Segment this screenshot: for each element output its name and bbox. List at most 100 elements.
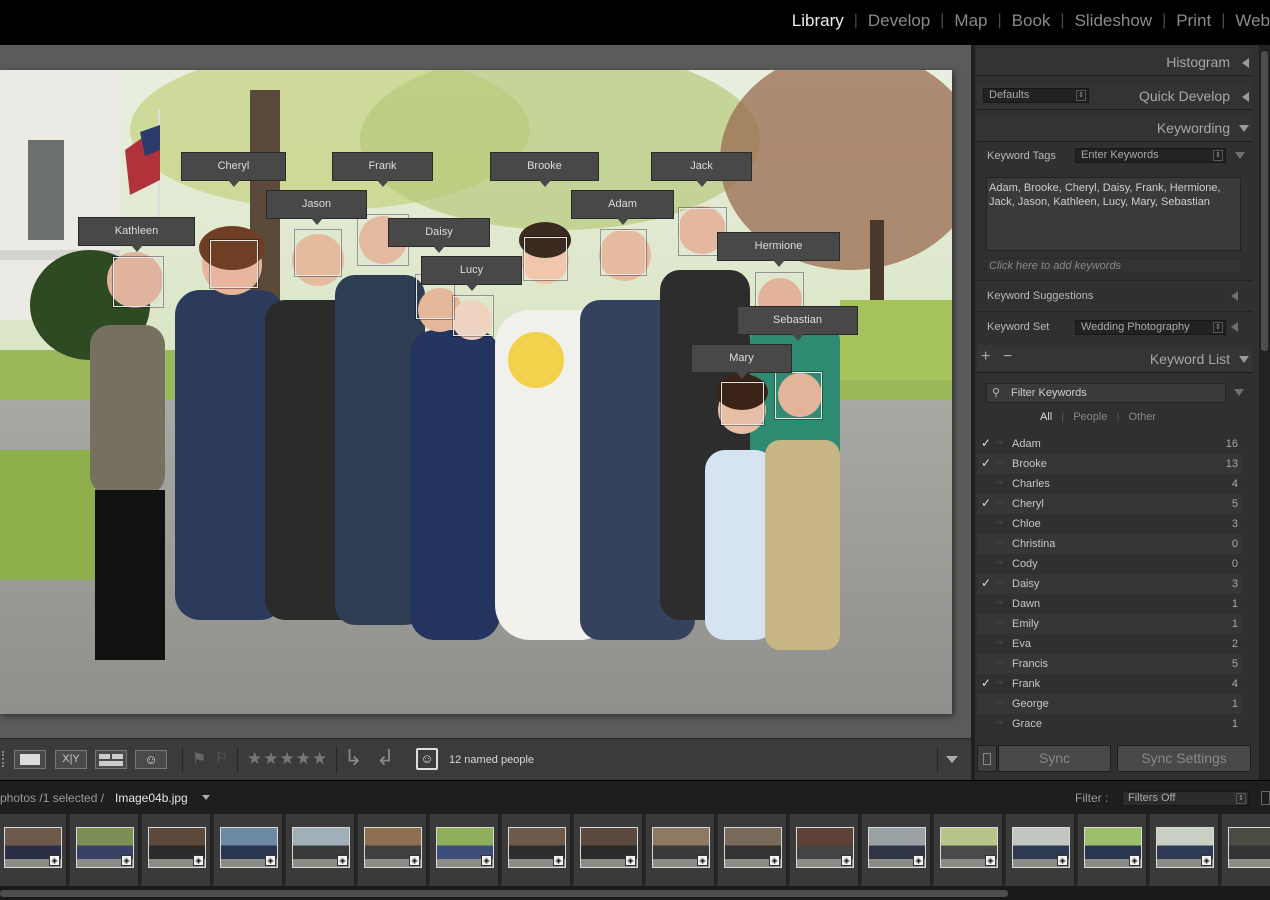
keyword-row-grace[interactable]: ⇨ Grace 1 xyxy=(978,714,1242,734)
keyword-badge-icon[interactable]: ◈ xyxy=(265,855,276,866)
star-rating[interactable]: ★★★★★ xyxy=(247,749,328,769)
keyword-set-select[interactable]: Wedding Photography ⇕ xyxy=(1075,320,1226,335)
quick-develop-preset-select[interactable]: Defaults ⇕ xyxy=(983,88,1089,103)
face-box-kathleen[interactable] xyxy=(113,257,163,307)
face-tag-sebastian[interactable]: Sebastian xyxy=(737,306,858,341)
keyword-row-chloe[interactable]: ⇨ Chloe 3 xyxy=(978,514,1242,534)
keyword-arrow-icon[interactable]: ⇨ xyxy=(997,458,1004,467)
filmstrip-cell[interactable]: ◈ xyxy=(70,814,140,886)
loupe-view-button[interactable] xyxy=(14,750,46,769)
keyword-badge-icon[interactable]: ◈ xyxy=(481,855,492,866)
compare-view-button[interactable]: X|Y xyxy=(55,750,87,769)
face-tag-lucy[interactable]: Lucy xyxy=(421,256,522,291)
filter-lock-icon[interactable] xyxy=(1261,791,1270,805)
filmstrip-thumbnail[interactable]: ◈ xyxy=(1228,827,1270,868)
filmstrip-thumbnail[interactable]: ◈ xyxy=(364,827,422,868)
keyword-row-christina[interactable]: ⇨ Christina 0 xyxy=(978,534,1242,554)
face-tag-jack[interactable]: Jack xyxy=(651,152,752,187)
face-box-sebastian[interactable] xyxy=(775,372,822,419)
face-tag-mary[interactable]: Mary xyxy=(691,344,792,379)
module-develop[interactable]: Develop xyxy=(858,11,940,31)
keyword-badge-icon[interactable]: ◈ xyxy=(1057,855,1068,866)
filmstrip-thumbnail[interactable]: ◈ xyxy=(292,827,350,868)
filmstrip-cell[interactable]: ◈ xyxy=(1150,814,1220,886)
filmstrip-thumbnail[interactable]: ◈ xyxy=(652,827,710,868)
filter-keywords-input[interactable]: ⚲ Filter Keywords xyxy=(986,383,1226,403)
filmstrip-thumbnail[interactable]: ◈ xyxy=(148,827,206,868)
filmstrip-thumbnail[interactable]: ◈ xyxy=(796,827,854,868)
keyword-tags-textarea[interactable]: Adam, Brooke, Cheryl, Daisy, Frank, Herm… xyxy=(986,177,1241,251)
keyword-row-eva[interactable]: ⇨ Eva 2 xyxy=(978,634,1242,654)
keyword-row-francis[interactable]: ⇨ Francis 5 xyxy=(978,654,1242,674)
keyword-row-cheryl[interactable]: ✓ ⇨ Cheryl 5 xyxy=(978,494,1242,514)
filmstrip-thumbnail[interactable]: ◈ xyxy=(940,827,998,868)
keyword-badge-icon[interactable]: ◈ xyxy=(1129,855,1140,866)
checkmark-icon[interactable]: ✓ xyxy=(981,456,991,470)
face-box-lucy[interactable] xyxy=(453,296,493,336)
keyword-row-daisy[interactable]: ✓ ⇨ Daisy 3 xyxy=(978,574,1242,594)
main-photo[interactable]: Kathleen Cheryl Jason Frank Daisy Lucy B… xyxy=(0,70,952,714)
filmstrip-cell[interactable]: ◈ xyxy=(214,814,284,886)
filmstrip-path[interactable]: photos /1 selected / xyxy=(0,791,104,805)
filmstrip-thumbnail[interactable]: ◈ xyxy=(580,827,638,868)
reject-flag-icon[interactable]: ⚐ xyxy=(215,749,228,766)
module-library[interactable]: Library xyxy=(782,11,854,31)
keyword-tags-menu-icon[interactable] xyxy=(1235,152,1245,159)
checkmark-icon[interactable]: ✓ xyxy=(981,676,991,690)
keyword-arrow-icon[interactable]: ⇨ xyxy=(997,638,1004,647)
keyword-arrow-icon[interactable]: ⇨ xyxy=(997,578,1004,587)
keyword-badge-icon[interactable]: ◈ xyxy=(769,855,780,866)
flag-icon[interactable]: ⚑ xyxy=(192,749,206,769)
filmstrip-thumbnail[interactable]: ◈ xyxy=(220,827,278,868)
right-panel-scrollbar[interactable] xyxy=(1259,45,1270,780)
keyword-arrow-icon[interactable]: ⇨ xyxy=(997,718,1004,727)
filmstrip-thumbnail[interactable]: ◈ xyxy=(76,827,134,868)
module-web[interactable]: Web xyxy=(1225,11,1270,31)
checkmark-icon[interactable]: ✓ xyxy=(981,496,991,510)
histogram-header[interactable]: Histogram xyxy=(977,48,1252,76)
keyword-row-charles[interactable]: ⇨ Charles 4 xyxy=(978,474,1242,494)
rotate-left-icon[interactable]: ↳ xyxy=(344,745,362,771)
keyword-badge-icon[interactable]: ◈ xyxy=(1201,855,1212,866)
keyword-arrow-icon[interactable]: ⇨ xyxy=(997,438,1004,447)
module-book[interactable]: Book xyxy=(1002,11,1061,31)
filename-dropdown-icon[interactable] xyxy=(202,795,210,800)
filmstrip-thumbnail[interactable]: ◈ xyxy=(868,827,926,868)
sync-button[interactable]: Sync xyxy=(998,745,1111,772)
face-tag-brooke[interactable]: Brooke xyxy=(490,152,599,187)
filmstrip-cell[interactable]: ◈ xyxy=(646,814,716,886)
keywording-header[interactable]: Keywording xyxy=(977,114,1252,142)
face-box-mary[interactable] xyxy=(721,382,764,425)
filmstrip-thumbnail[interactable]: ◈ xyxy=(1156,827,1214,868)
filmstrip-cell[interactable]: ◈ xyxy=(934,814,1004,886)
checkmark-icon[interactable]: ✓ xyxy=(981,436,991,450)
filmstrip-cell[interactable]: ◈ xyxy=(430,814,500,886)
keyword-arrow-icon[interactable]: ⇨ xyxy=(997,678,1004,687)
keyword-badge-icon[interactable]: ◈ xyxy=(49,855,60,866)
face-tag-hermione[interactable]: Hermione xyxy=(717,232,840,267)
keyword-badge-icon[interactable]: ◈ xyxy=(553,855,564,866)
face-tag-cheryl[interactable]: Cheryl xyxy=(181,152,286,187)
keyword-arrow-icon[interactable]: ⇨ xyxy=(997,658,1004,667)
quick-develop-header[interactable]: Defaults ⇕ Quick Develop xyxy=(977,82,1252,110)
filmstrip-thumbnail[interactable]: ◈ xyxy=(1012,827,1070,868)
keyword-arrow-icon[interactable]: ⇨ xyxy=(997,478,1004,487)
filter-tab-all[interactable]: All xyxy=(1040,411,1052,423)
module-slideshow[interactable]: Slideshow xyxy=(1065,11,1163,31)
keyword-arrow-icon[interactable]: ⇨ xyxy=(997,518,1004,527)
survey-view-button[interactable] xyxy=(95,750,127,769)
sync-toggle-switch[interactable] xyxy=(977,745,997,772)
face-box-cheryl[interactable] xyxy=(210,240,258,288)
keyword-row-brooke[interactable]: ✓ ⇨ Brooke 13 xyxy=(978,454,1242,474)
checkmark-icon[interactable]: ✓ xyxy=(981,576,991,590)
remove-keyword-button[interactable]: − xyxy=(1003,348,1012,366)
face-tag-jason[interactable]: Jason xyxy=(266,190,367,225)
filmstrip-thumbnail[interactable]: ◈ xyxy=(508,827,566,868)
keyword-row-emily[interactable]: ⇨ Emily 1 xyxy=(978,614,1242,634)
face-tag-adam[interactable]: Adam xyxy=(571,190,674,225)
sync-settings-button[interactable]: Sync Settings xyxy=(1117,745,1251,772)
filmstrip-thumbnail[interactable]: ◈ xyxy=(724,827,782,868)
keyword-arrow-icon[interactable]: ⇨ xyxy=(997,598,1004,607)
toolbar-menu-chevron-icon[interactable] xyxy=(946,756,958,763)
filmstrip-cell[interactable]: ◈ xyxy=(0,814,68,886)
